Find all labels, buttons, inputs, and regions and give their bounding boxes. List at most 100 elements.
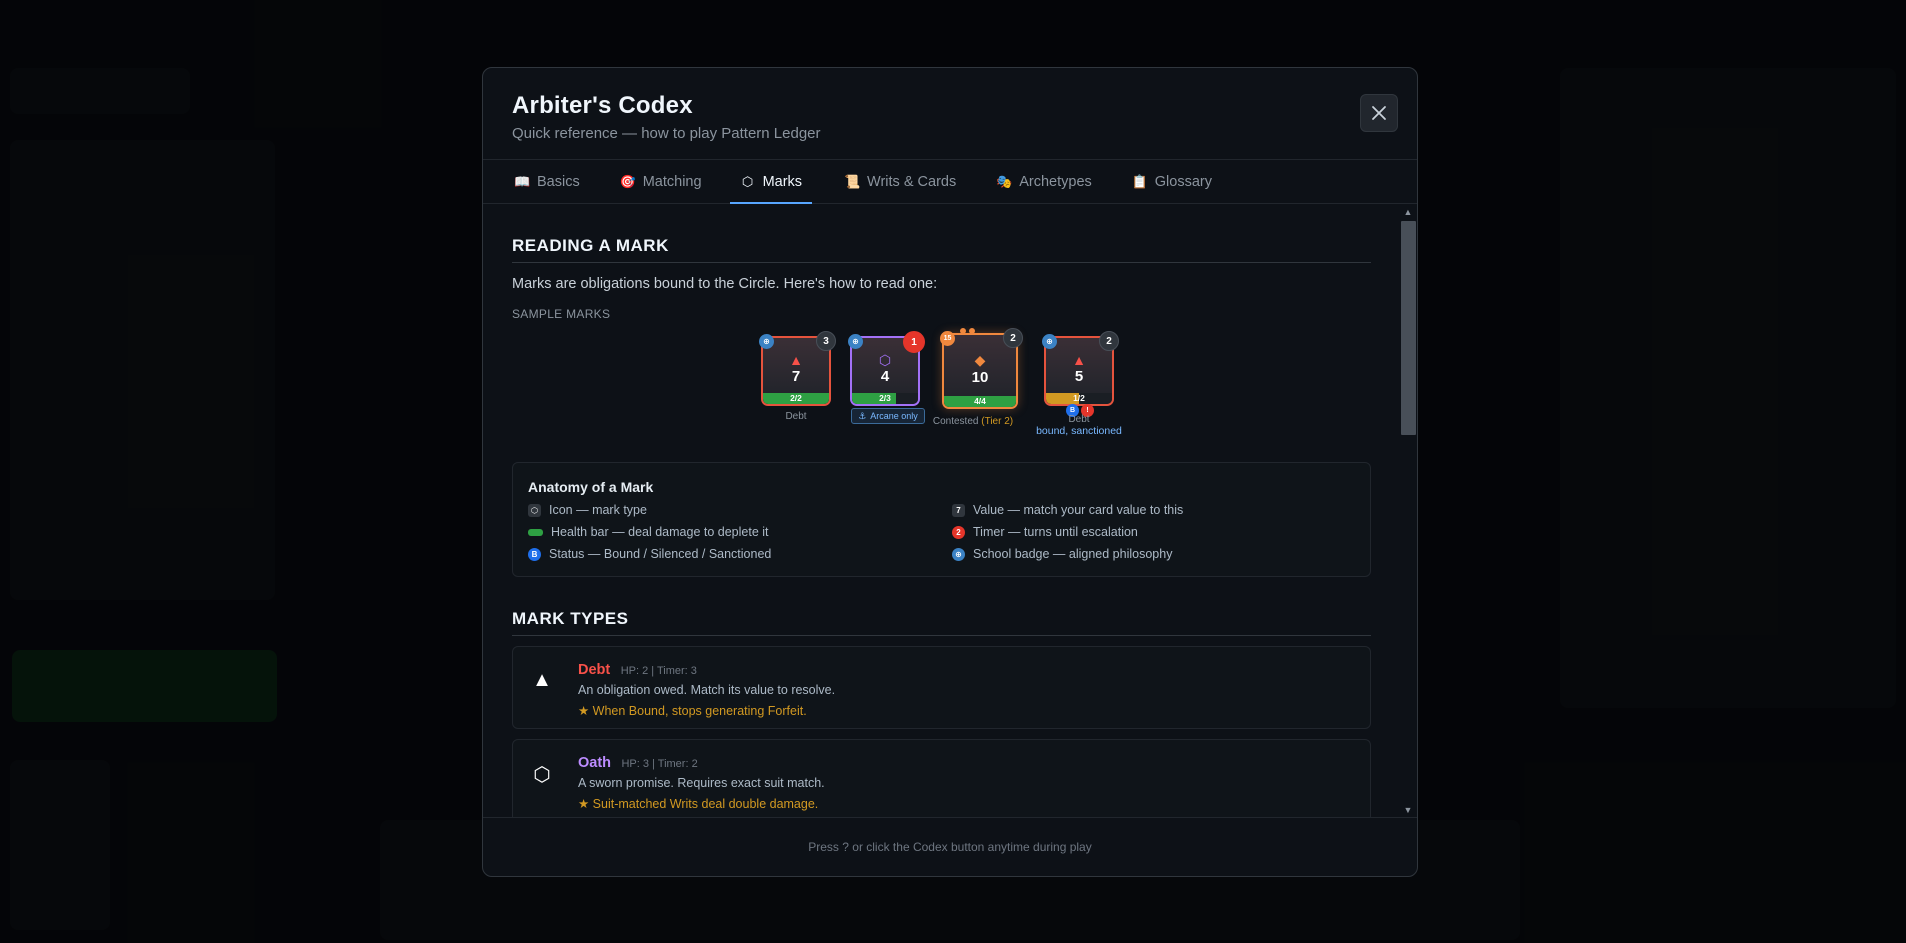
- mark-type-card-debt: ▲ Debt HP: 2 | Timer: 3 An obligation ow…: [512, 646, 1371, 729]
- section-title-reading: READING A MARK: [512, 236, 1371, 263]
- mark-value: 4: [880, 368, 890, 385]
- mark-type-meta: HP: 3 | Timer: 2: [621, 758, 698, 770]
- mark-caption-text: Contested: [932, 416, 979, 427]
- anatomy-item-timer: 2 Timer — turns until escalation: [952, 524, 1355, 540]
- target-icon: 🎯: [619, 173, 636, 189]
- scroll-up-icon[interactable]: ▲: [1399, 205, 1417, 219]
- modal-subtitle: Quick reference — how to play Pattern Le…: [512, 125, 821, 142]
- sample-mark-debt-bound[interactable]: ⊕ 2 ▲ 5 1/2 B !: [1042, 331, 1119, 417]
- school-badge-icon: ⊕: [759, 334, 774, 349]
- health-bar-icon: [528, 528, 543, 536]
- anatomy-item-health: Health bar — deal damage to deplete it: [528, 524, 952, 540]
- timer-icon: 2: [952, 525, 965, 539]
- anatomy-label: School badge — aligned philosophy: [973, 547, 1173, 561]
- tab-basics[interactable]: 📖 Basics: [512, 160, 593, 203]
- reading-intro: Marks are obligations bound to the Circl…: [512, 276, 938, 292]
- scroll-thumb[interactable]: [1401, 221, 1416, 435]
- mark-type-note: ★ When Bound, stops generating Forfeit.: [578, 704, 807, 718]
- contest-pip: [960, 328, 966, 334]
- tab-label: Basics: [537, 173, 580, 190]
- tab-label: Archetypes: [1019, 173, 1092, 190]
- anatomy-panel: Anatomy of a Mark ⬡ Icon — mark type 7 V…: [512, 462, 1371, 577]
- health-bar: 2/2: [763, 393, 829, 404]
- anatomy-item-icon: ⬡ Icon — mark type: [528, 502, 952, 518]
- restriction-label: Arcane only: [870, 411, 918, 421]
- anatomy-grid: ⬡ Icon — mark type 7 Value — match your …: [528, 502, 1355, 562]
- debt-triangle-icon: ▲: [789, 352, 803, 368]
- anatomy-label: Timer — turns until escalation: [973, 525, 1138, 539]
- school-badge-icon: ⊕: [952, 547, 965, 561]
- modal-title: Arbiter's Codex: [512, 92, 693, 119]
- health-bar: 2/3: [852, 393, 918, 404]
- health-text: 1/2: [1073, 393, 1085, 403]
- mark-value: 5: [1074, 368, 1084, 385]
- restriction-badge: ⚓ Arcane only: [851, 408, 925, 424]
- book-icon: 📖: [514, 173, 531, 189]
- anatomy-item-school: ⊕ School badge — aligned philosophy: [952, 546, 1355, 562]
- mark-type-icon: ⬡: [528, 503, 541, 517]
- clipboard-icon: 📋: [1131, 173, 1148, 189]
- sample-marks-row: ⊕ 3 ▲ 7 2/2 Debt ⊕ 1 ⬡ 4 2/3 ⚓ Arcane on…: [512, 326, 1371, 456]
- mark-type-meta: HP: 2 | Timer: 3: [620, 665, 697, 677]
- oath-hexagon-icon: ⬡: [878, 352, 892, 368]
- section-title-mark-types: MARK TYPES: [512, 609, 1371, 636]
- debt-triangle-icon: ▲: [532, 669, 552, 691]
- sample-mark-oath[interactable]: ⊕ 1 ⬡ 4 2/3: [848, 331, 925, 406]
- tab-label: Writs & Cards: [867, 173, 957, 190]
- anchor-icon: ⚓: [858, 410, 867, 421]
- anatomy-label: Value — match your card value to this: [973, 503, 1184, 517]
- timer-badge-urgent: 1: [903, 331, 925, 353]
- masks-icon: 🎭: [996, 173, 1013, 189]
- anatomy-label: Status — Bound / Silenced / Sanctioned: [549, 547, 772, 561]
- sample-marks-label: SAMPLE MARKS: [512, 307, 611, 321]
- tab-label: Marks: [762, 173, 803, 190]
- tab-marks[interactable]: ⬡ Marks: [729, 160, 813, 204]
- sample-mark-contested[interactable]: 15 2 ◆ 10 4/4: [940, 328, 1023, 409]
- mark-type-name: Oath: [578, 755, 612, 771]
- contested-diamond-icon: ◆: [974, 352, 986, 368]
- close-icon: [1372, 106, 1386, 120]
- anatomy-label: Icon — mark type: [549, 503, 647, 517]
- school-badge-icon: ⊕: [848, 334, 863, 349]
- school-badge-icon: ⊕: [1042, 334, 1057, 349]
- tab-label: Glossary: [1154, 173, 1212, 190]
- anatomy-label: Health bar — deal damage to deplete it: [551, 525, 769, 539]
- mark-type-desc: An obligation owed. Match its value to r…: [578, 683, 836, 697]
- health-bar: 1/2: [1046, 393, 1112, 404]
- mark-value: 7: [791, 368, 801, 385]
- tab-glossary[interactable]: 📋 Glossary: [1130, 160, 1225, 203]
- mark-type-desc: A sworn promise. Requires exact suit mat…: [578, 776, 825, 790]
- tier-label: (Tier 2): [981, 416, 1014, 427]
- content-scrollbar[interactable]: ▲ ▼: [1399, 205, 1417, 817]
- scroll-down-icon[interactable]: ▼: [1399, 803, 1417, 817]
- mark-value: 10: [971, 369, 989, 386]
- status-caption: bound, sanctioned: [1036, 425, 1122, 437]
- codex-modal: Arbiter's Codex Quick reference — how to…: [482, 67, 1418, 877]
- tab-matching[interactable]: 🎯 Matching: [618, 160, 715, 203]
- timer-badge: 3: [816, 331, 836, 351]
- timer-badge: 2: [1003, 328, 1023, 348]
- tab-archetypes[interactable]: 🎭 Archetypes: [994, 160, 1105, 203]
- mark-type-name: Debt: [578, 662, 611, 678]
- codex-content[interactable]: READING A MARK Marks are obligations bou…: [483, 205, 1417, 817]
- mark-caption-text: Debt: [1068, 414, 1090, 425]
- tab-bar: 📖 Basics 🎯 Matching ⬡ Marks 📜 Writs & Ca…: [483, 160, 1417, 204]
- value-icon: 7: [952, 503, 965, 517]
- contest-pip: [969, 328, 975, 334]
- modal-header: Arbiter's Codex Quick reference — how to…: [483, 68, 1417, 160]
- oath-hexagon-icon: ⬡: [533, 764, 551, 786]
- modal-footer: Press ? or click the Codex button anytim…: [483, 817, 1417, 876]
- mark-caption: Contested (Tier 2): [918, 416, 1028, 427]
- hexagon-icon: ⬡: [741, 173, 754, 189]
- mark-caption: Debt bound, sanctioned: [1024, 414, 1134, 437]
- close-button[interactable]: [1360, 94, 1398, 132]
- status-icon: B: [528, 547, 541, 561]
- tab-label: Matching: [642, 173, 702, 190]
- mark-types-section: MARK TYPES ▲ Debt HP: 2 | Timer: 3 An ob…: [512, 609, 1371, 817]
- scroll-icon: 📜: [844, 173, 861, 189]
- anatomy-item-status: B Status — Bound / Silenced / Sanctioned: [528, 546, 952, 562]
- health-text: 4/4: [974, 396, 986, 406]
- tab-writs-cards[interactable]: 📜 Writs & Cards: [842, 160, 969, 203]
- sample-mark-debt[interactable]: ⊕ 3 ▲ 7 2/2: [759, 331, 836, 406]
- mark-type-card-oath: ⬡ Oath HP: 3 | Timer: 2 A sworn promise.…: [512, 739, 1371, 817]
